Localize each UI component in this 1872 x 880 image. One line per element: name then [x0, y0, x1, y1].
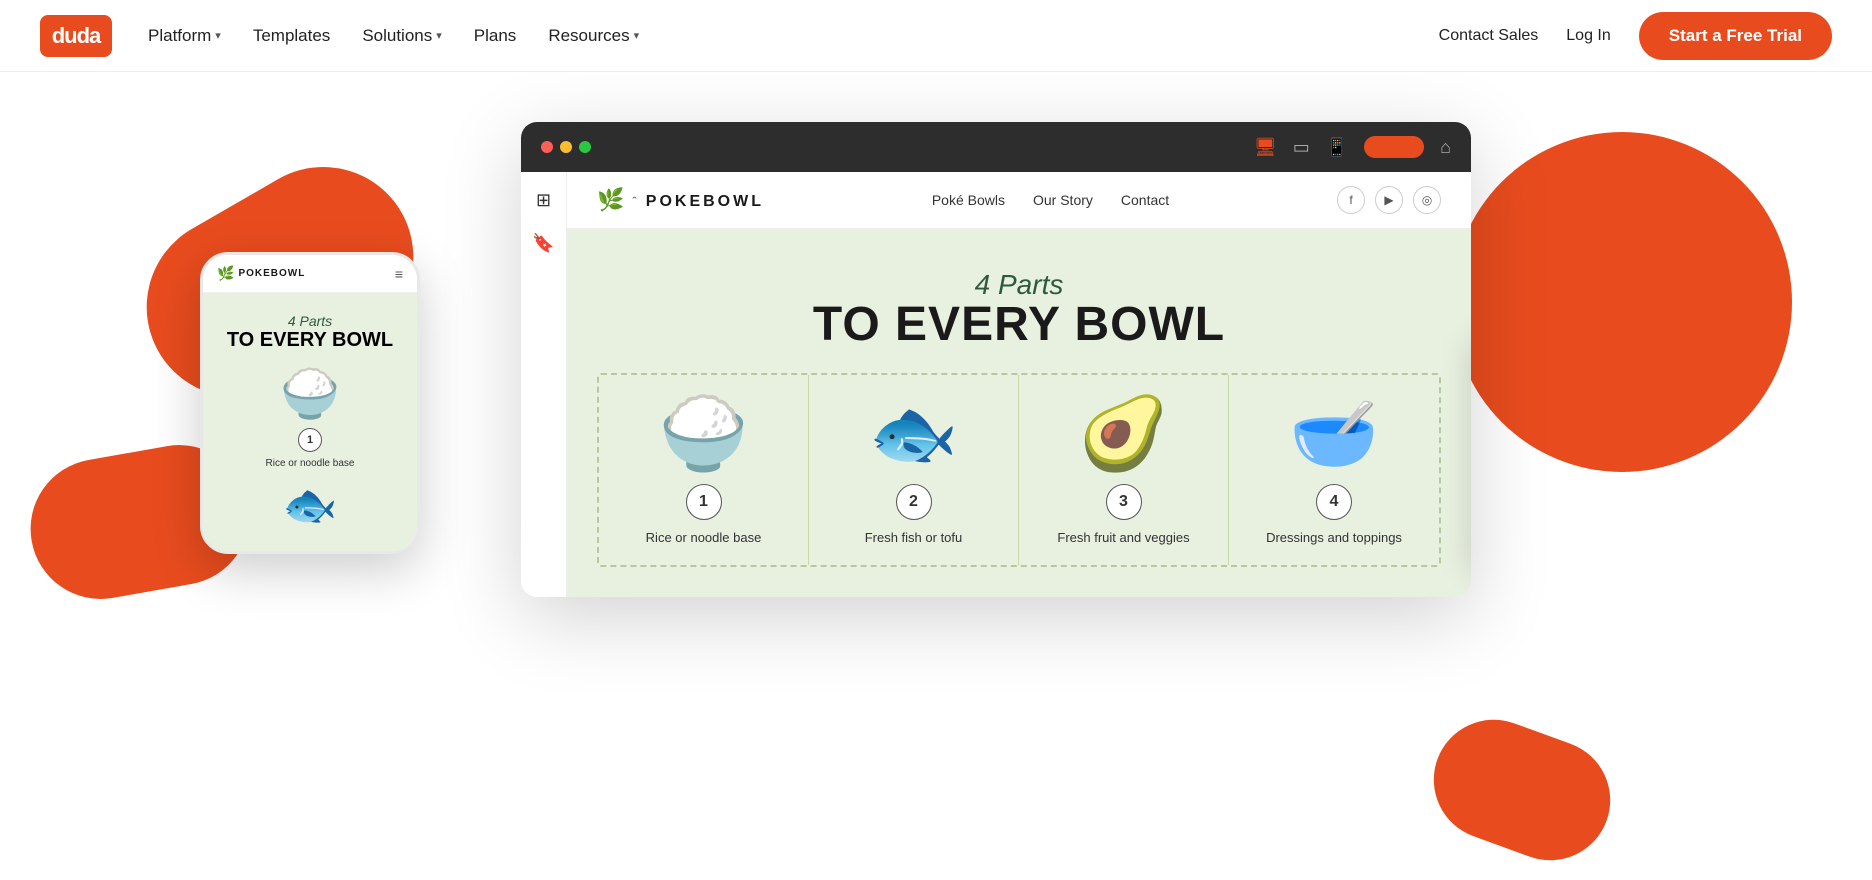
mobile-extra-fish: 🐟: [217, 479, 403, 531]
maximize-window-button[interactable]: [579, 141, 591, 153]
mobile-logo-leaf-icon: 🌿: [217, 265, 234, 282]
publish-button[interactable]: [1364, 136, 1424, 158]
home-icon[interactable]: ⌂: [1440, 137, 1451, 158]
bowl-item-2-image: 🐟: [869, 395, 959, 474]
site-main-heading: TO EVERY BOWL: [597, 301, 1441, 349]
site-content-title: 4 Parts TO EVERY BOWL: [597, 269, 1441, 349]
site-logo-leaf-icon: 🌿: [597, 187, 624, 213]
browser-chrome: 🖥 ▭ 📱 ⌂: [521, 122, 1471, 172]
site-social-icons: f ▶ ◎: [1337, 186, 1441, 214]
blob-bottom-right-decoration: [1417, 703, 1627, 877]
nav-platform[interactable]: Platform ▾: [148, 26, 221, 46]
contact-sales-link[interactable]: Contact Sales: [1439, 27, 1539, 45]
site-nav-our-story[interactable]: Our Story: [1033, 192, 1093, 208]
mobile-script-heading: 4 Parts: [217, 313, 403, 329]
browser-mockup: 🖥 ▭ 📱 ⌂ ⊞ 🔖 🌿 ˆ: [521, 122, 1471, 597]
mobile-mockup: 🌿 Pokebowl ≡ 4 Parts TO EVERY BOWL 🍚 1 R…: [200, 252, 420, 554]
mobile-view-icon[interactable]: 📱: [1326, 137, 1348, 158]
bowl-item-3: 🥑 3 Fresh fruit and veggies: [1019, 375, 1229, 565]
mobile-fish-icon: 🐟: [217, 479, 403, 531]
instagram-icon[interactable]: ◎: [1413, 186, 1441, 214]
site-content-area: 🌿 ˆ Pokebowl Poké Bowls Our Story Contac…: [567, 172, 1471, 597]
resources-chevron-icon: ▾: [634, 29, 640, 42]
site-nav-poke-bowls[interactable]: Poké Bowls: [932, 192, 1005, 208]
platform-chevron-icon: ▾: [215, 29, 221, 42]
nav-plans[interactable]: Plans: [474, 26, 517, 46]
main-nav: duda Platform ▾ Templates Solutions ▾ Pl…: [0, 0, 1872, 72]
elements-icon[interactable]: 🔖: [532, 233, 554, 254]
site-nav-contact[interactable]: Contact: [1121, 192, 1169, 208]
mobile-rice-icon: 🍚: [217, 365, 403, 422]
bowl-item-4-number: 4: [1316, 484, 1352, 520]
hero-section: 🌿 Pokebowl ≡ 4 Parts TO EVERY BOWL 🍚 1 R…: [0, 72, 1872, 880]
site-script-heading: 4 Parts: [597, 269, 1441, 301]
nav-links: Platform ▾ Templates Solutions ▾ Plans R…: [148, 26, 639, 46]
bowl-item-1: 🍚 1 Rice or noodle base: [599, 375, 809, 565]
bowl-item-2-label: Fresh fish or tofu: [865, 530, 963, 545]
mobile-item-number: 1: [298, 428, 322, 452]
login-link[interactable]: Log In: [1566, 27, 1610, 45]
brand-logo[interactable]: duda: [40, 15, 112, 57]
mobile-item-label: Rice or noodle base: [217, 458, 403, 469]
bowl-item-3-label: Fresh fruit and veggies: [1057, 530, 1189, 545]
mobile-logo: 🌿 Pokebowl: [217, 265, 305, 282]
close-window-button[interactable]: [541, 141, 553, 153]
minimize-window-button[interactable]: [560, 141, 572, 153]
bowl-item-2-number: 2: [896, 484, 932, 520]
nav-right: Contact Sales Log In Start a Free Trial: [1439, 12, 1832, 60]
nav-solutions[interactable]: Solutions ▾: [362, 26, 441, 46]
blob-top-right-decoration: [1452, 132, 1792, 472]
solutions-chevron-icon: ▾: [436, 29, 442, 42]
bowl-item-1-label: Rice or noodle base: [646, 530, 762, 545]
mobile-menu-icon[interactable]: ≡: [395, 266, 403, 282]
site-logo: 🌿 ˆ Pokebowl: [597, 187, 764, 213]
brand-name: duda: [52, 23, 101, 49]
bowl-item-4: 🥣 4 Dressings and toppings: [1229, 375, 1439, 565]
bowl-item-1-image: 🍚: [659, 395, 749, 474]
nav-left: duda Platform ▾ Templates Solutions ▾ Pl…: [40, 15, 639, 57]
layers-icon[interactable]: ⊞: [536, 190, 551, 211]
bowl-item-1-number: 1: [686, 484, 722, 520]
bowl-item-2: 🐟 2 Fresh fish or tofu: [809, 375, 1019, 565]
mobile-logo-text: Pokebowl: [238, 268, 305, 279]
bowl-item-4-label: Dressings and toppings: [1266, 530, 1402, 545]
bowl-item-4-image: 🥣: [1289, 395, 1379, 474]
desktop-view-icon[interactable]: 🖥: [1254, 137, 1277, 158]
facebook-icon[interactable]: f: [1337, 186, 1365, 214]
device-switcher: 🖥 ▭ 📱 ⌂: [1254, 136, 1451, 158]
nav-templates[interactable]: Templates: [253, 26, 330, 46]
editor-sidebar: ⊞ 🔖: [521, 172, 567, 597]
site-wrapper: ⊞ 🔖 🌿 ˆ Pokebowl Poké Bowls Our St: [521, 172, 1471, 597]
browser-window-controls: [541, 141, 591, 153]
mobile-main-heading: TO EVERY BOWL: [217, 329, 403, 351]
site-nav-links: Poké Bowls Our Story Contact: [932, 192, 1169, 208]
start-trial-button[interactable]: Start a Free Trial: [1639, 12, 1832, 60]
bowl-grid: 🍚 1 Rice or noodle base 🐟 2 Fresh fish: [597, 373, 1441, 567]
nav-resources[interactable]: Resources ▾: [548, 26, 639, 46]
mobile-content: 4 Parts TO EVERY BOWL 🍚 1 Rice or noodle…: [203, 293, 417, 551]
tablet-view-icon[interactable]: ▭: [1293, 137, 1310, 158]
bowl-item-3-image: 🥑: [1079, 395, 1169, 474]
site-main-content: 4 Parts TO EVERY BOWL 🍚 1 Rice or noodle…: [567, 229, 1471, 597]
mobile-navbar: 🌿 Pokebowl ≡: [203, 255, 417, 293]
mobile-bowl-item-1: 🍚 1 Rice or noodle base: [217, 365, 403, 469]
bowl-item-3-number: 3: [1106, 484, 1142, 520]
youtube-icon[interactable]: ▶: [1375, 186, 1403, 214]
site-logo-text: ˆ Pokebowl: [632, 190, 764, 211]
site-navbar: 🌿 ˆ Pokebowl Poké Bowls Our Story Contac…: [567, 172, 1471, 229]
